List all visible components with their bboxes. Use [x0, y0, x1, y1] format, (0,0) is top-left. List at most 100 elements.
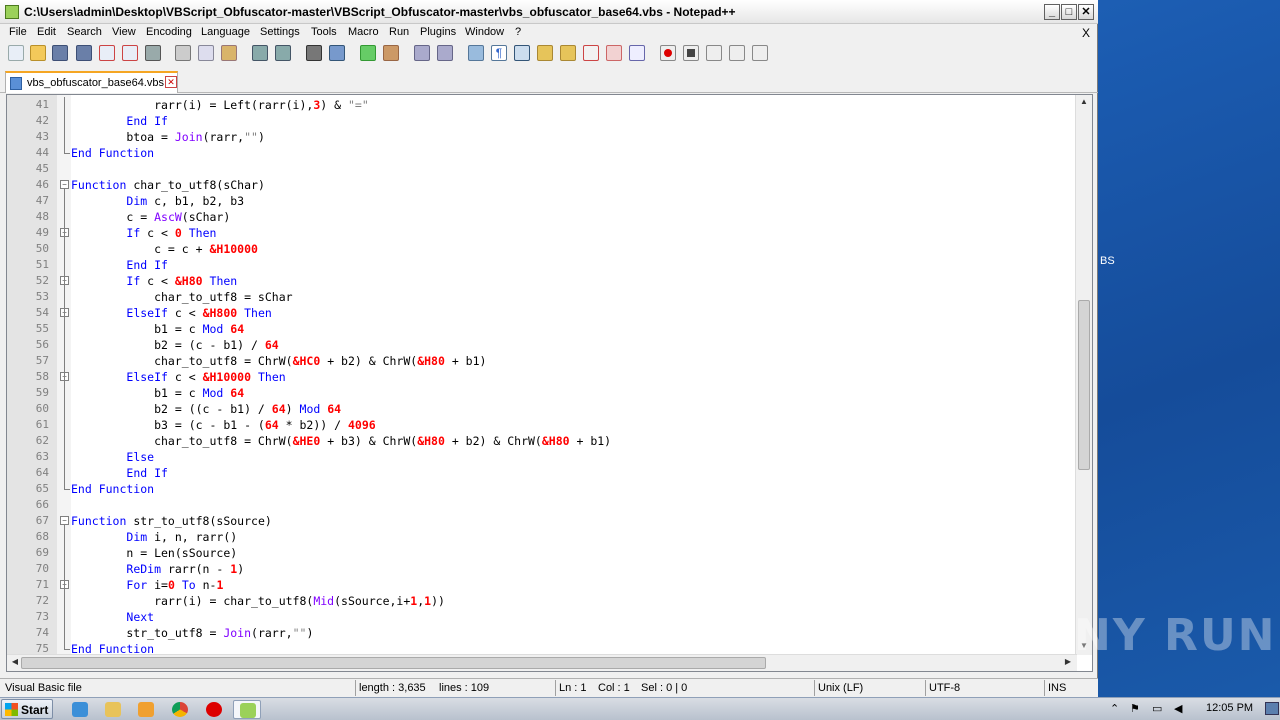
start-label: Start	[21, 703, 49, 717]
monitoring-icon[interactable]	[629, 45, 645, 61]
code-line: b3 = (c - b1 - (64 * b2)) / 4096	[71, 417, 376, 433]
taskbar-explorer[interactable]	[99, 700, 127, 719]
system-tray: ⌃ ⚑ ▭ ◀	[1105, 699, 1280, 720]
menu-encoding[interactable]: Encoding	[146, 26, 192, 38]
menu-settings[interactable]: Settings	[260, 26, 300, 38]
line-number: 44	[35, 146, 49, 159]
cut-icon[interactable]	[175, 45, 191, 61]
line-number: 50	[35, 242, 49, 255]
start-button[interactable]: Start	[1, 699, 53, 719]
taskbar-ie[interactable]	[66, 700, 94, 719]
menu-window[interactable]: Window	[465, 26, 504, 38]
redo-icon[interactable]	[275, 45, 291, 61]
menu-search[interactable]: Search	[67, 26, 102, 38]
clock[interactable]: 12:05 PM	[1206, 702, 1253, 714]
indent-guide-icon[interactable]	[514, 45, 530, 61]
taskbar-notepadpp[interactable]	[233, 700, 261, 719]
code-token: Then	[244, 306, 272, 320]
code-token: b1 = c	[71, 386, 203, 400]
paste-icon[interactable]	[221, 45, 237, 61]
taskbar-chrome[interactable]	[166, 700, 194, 719]
sync-horizontal-icon[interactable]	[437, 45, 453, 61]
menu-macro[interactable]: Macro	[348, 26, 379, 38]
title-bar[interactable]: C:\Users\admin\Desktop\VBScript_Obfuscat…	[0, 0, 1098, 24]
status-eol[interactable]: Unix (LF)	[818, 682, 863, 694]
word-wrap-icon[interactable]	[468, 45, 484, 61]
save-all-icon[interactable]	[76, 45, 92, 61]
find-icon[interactable]	[306, 45, 322, 61]
code-editor[interactable]: 41 rarr(i) = Left(rarr(i),3) & "=" 42 End…	[6, 94, 1093, 672]
vertical-scrollbar[interactable]: ▲ ▼	[1075, 95, 1092, 655]
copy-icon[interactable]	[198, 45, 214, 61]
code-token: )	[257, 130, 265, 144]
taskbar-media-player[interactable]	[132, 700, 160, 719]
menu-view[interactable]: View	[112, 26, 136, 38]
zoom-in-icon[interactable]	[360, 45, 376, 61]
tab-close-icon[interactable]: ✕	[165, 76, 177, 88]
status-col: Col : 1	[598, 682, 630, 694]
code-token: 64	[230, 386, 245, 400]
close-file-icon[interactable]	[99, 45, 115, 61]
code-token: &H800	[202, 306, 238, 320]
line-number: 69	[35, 546, 49, 559]
action-center-flag-icon[interactable]: ⚑	[1130, 702, 1140, 715]
code-token: &H80	[541, 434, 570, 448]
maximize-button[interactable]: □	[1061, 4, 1077, 20]
play-macro-multiple-icon[interactable]	[729, 45, 745, 61]
menu-tools[interactable]: Tools	[311, 26, 337, 38]
stop-macro-icon[interactable]	[683, 45, 699, 61]
record-macro-icon[interactable]	[660, 45, 676, 61]
show-hidden-icons-icon[interactable]: ⌃	[1110, 702, 1119, 715]
minimize-button[interactable]: _	[1044, 4, 1060, 20]
folder-workspace-icon[interactable]	[606, 45, 622, 61]
zoom-out-icon[interactable]	[383, 45, 399, 61]
code-token: Mod	[202, 386, 224, 400]
new-file-icon[interactable]	[8, 45, 24, 61]
show-desktop-icon[interactable]	[1265, 702, 1279, 715]
tab-vbs-obfuscator[interactable]: vbs_obfuscator_base64.vbs ✕	[5, 71, 178, 93]
taskbar-opera[interactable]	[200, 700, 228, 719]
replace-icon[interactable]	[329, 45, 345, 61]
function-list-icon[interactable]	[583, 45, 599, 61]
fold-toggle-icon[interactable]: −	[60, 516, 69, 525]
close-document-icon[interactable]: X	[1082, 26, 1090, 40]
file-icon	[10, 77, 22, 90]
show-all-chars-icon[interactable]: ¶	[491, 45, 507, 61]
print-icon[interactable]	[145, 45, 161, 61]
menu-run[interactable]: Run	[389, 26, 409, 38]
menu-file[interactable]: File	[9, 26, 27, 38]
code-token: c <	[167, 370, 203, 384]
menu-language[interactable]: Language	[201, 26, 250, 38]
menu-edit[interactable]: Edit	[37, 26, 56, 38]
close-all-icon[interactable]	[122, 45, 138, 61]
code-token: i, n, rarr()	[147, 530, 238, 544]
network-icon[interactable]: ▭	[1152, 702, 1162, 715]
volume-icon[interactable]: ◀	[1174, 702, 1182, 715]
close-button[interactable]: ✕	[1078, 4, 1094, 20]
sync-vertical-icon[interactable]	[414, 45, 430, 61]
scroll-up-icon[interactable]: ▲	[1078, 97, 1090, 109]
status-encoding[interactable]: UTF-8	[929, 682, 960, 694]
doc-map-icon[interactable]	[560, 45, 576, 61]
horizontal-scroll-thumb[interactable]	[21, 657, 766, 669]
code-line: c = c + &H10000	[71, 241, 258, 257]
code-token: c <	[167, 306, 203, 320]
horizontal-scrollbar[interactable]: ◀ ▶	[7, 654, 1077, 671]
open-file-icon[interactable]	[30, 45, 46, 61]
line-number: 52	[35, 274, 49, 287]
code-token: )	[306, 626, 314, 640]
vertical-scroll-thumb[interactable]	[1078, 300, 1090, 470]
status-insert-mode[interactable]: INS	[1048, 682, 1066, 694]
menu-plugins[interactable]: Plugins	[420, 26, 456, 38]
save-icon[interactable]	[52, 45, 68, 61]
code-token: rarr(n -	[161, 562, 231, 576]
undo-icon[interactable]	[252, 45, 268, 61]
save-macro-icon[interactable]	[752, 45, 768, 61]
user-language-icon[interactable]	[537, 45, 553, 61]
menu-help[interactable]: ?	[515, 26, 521, 38]
fold-toggle-icon[interactable]: −	[60, 180, 69, 189]
code-token: ElseIf	[126, 306, 168, 320]
code-line: End Function	[71, 481, 154, 497]
play-macro-icon[interactable]	[706, 45, 722, 61]
scroll-left-icon[interactable]: ◀	[9, 657, 21, 669]
